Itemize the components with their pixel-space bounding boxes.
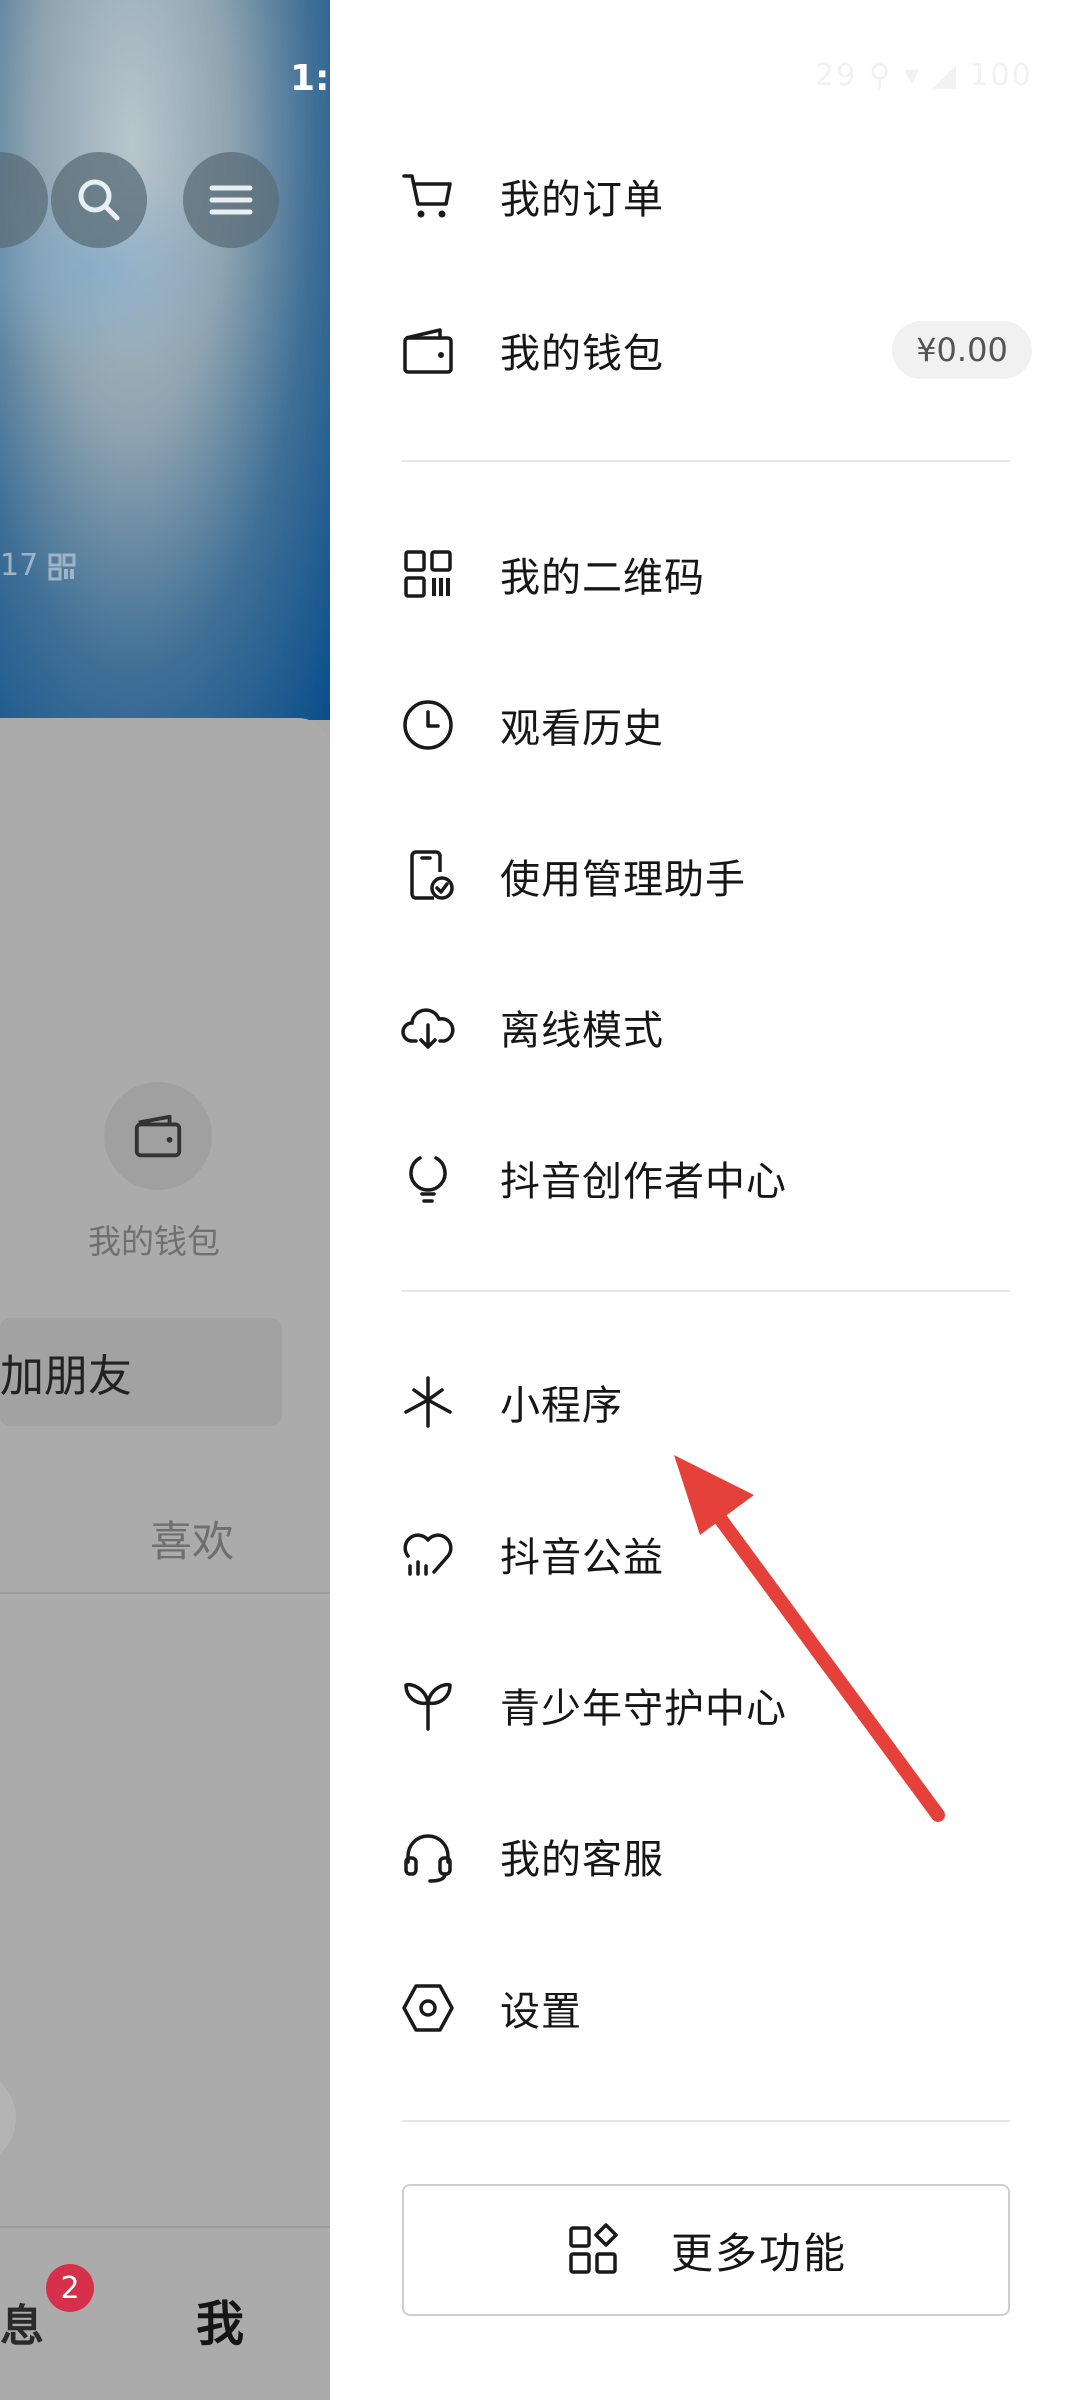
phone-check-icon [400,848,456,904]
divider [402,1290,1010,1292]
side-drawer: 我的订单 我的钱包 ¥0.00 我的二维码 观看历史 使用管理助手 离线模式 抖… [330,0,1080,2400]
bottom-nav-divider [0,2226,330,2228]
menu-item-label: 观看历史 [500,706,664,752]
wallet-shortcut-label: 我的钱包 [88,1222,220,1261]
add-friend-button[interactable]: 加朋友 [0,1318,282,1426]
more-features-label: 更多功能 [670,2228,847,2278]
menu-item-usage-assistant[interactable]: 使用管理助手 [330,826,1080,926]
search-icon [78,179,120,221]
mini-program-icon [400,1374,456,1430]
menu-item-label: 我的客服 [500,1837,664,1883]
nav-me[interactable]: 我 [196,2284,244,2354]
menu-item-history[interactable]: 观看历史 [330,675,1080,775]
wallet-icon [134,1114,182,1158]
wallet-shortcut[interactable] [104,1082,212,1190]
menu-item-orders[interactable]: 我的订单 [330,146,1080,246]
menu-item-label: 离线模式 [500,1008,664,1054]
cloud-download-icon [400,999,456,1055]
menu-item-label: 抖音公益 [500,1535,664,1581]
background-profile-page: 17 我的钱包 加朋友 喜欢 息 2 我 [0,0,330,2400]
profile-cover [0,0,330,720]
lightbulb-icon [400,1150,456,1206]
qr-small-icon [48,553,76,580]
qr-code-icon [400,546,456,602]
menu-item-label: 小程序 [500,1383,623,1429]
settings-hexagon-icon [400,1980,456,2036]
menu-item-qr-code[interactable]: 我的二维码 [330,524,1080,624]
menu-item-settings[interactable]: 设置 [330,1958,1080,2058]
menu-item-label: 抖音创作者中心 [500,1159,787,1205]
menu-item-label: 我的二维码 [500,555,705,601]
more-features-button[interactable]: 更多功能 [402,2184,1010,2316]
menu-item-charity[interactable]: 抖音公益 [330,1504,1080,1604]
menu-item-offline-mode[interactable]: 离线模式 [330,977,1080,1077]
status-time: 1:17 [290,58,380,99]
menu-item-creator-center[interactable]: 抖音创作者中心 [330,1128,1080,1228]
menu-item-label: 使用管理助手 [500,857,746,903]
heart-charity-icon [400,1526,456,1582]
menu-item-customer-service[interactable]: 我的客服 [330,1806,1080,1906]
headset-icon [400,1828,456,1884]
clock-icon [400,697,456,753]
apps-grid-icon [569,2223,618,2274]
menu-button[interactable] [183,152,279,248]
menu-item-mini-programs[interactable]: 小程序 [330,1352,1080,1452]
message-badge: 2 [46,2264,94,2312]
user-id-fragment: 17 [0,548,76,583]
menu-item-label: 我的订单 [500,177,664,223]
divider [402,2120,1010,2122]
cart-icon [400,168,456,224]
menu-item-label: 青少年守护中心 [500,1686,787,1732]
status-indicators: 29 ⚲ ▾ ◢ 100 [815,58,1033,93]
menu-item-label: 我的钱包 [500,331,664,377]
menu-item-label: 设置 [500,1989,582,2035]
menu-item-youth-protection[interactable]: 青少年守护中心 [330,1655,1080,1755]
sprout-icon [400,1677,456,1733]
tab-likes[interactable]: 喜欢 [150,1508,234,1569]
tab-divider [0,1592,330,1594]
search-button[interactable] [51,152,147,248]
wallet-balance-badge: ¥0.00 [892,321,1032,379]
nav-messages[interactable]: 息 [0,2290,44,2354]
divider [402,460,1010,462]
menu-item-wallet[interactable]: 我的钱包 ¥0.00 [330,300,1080,400]
wallet-icon [400,322,456,378]
menu-icon [209,185,253,215]
